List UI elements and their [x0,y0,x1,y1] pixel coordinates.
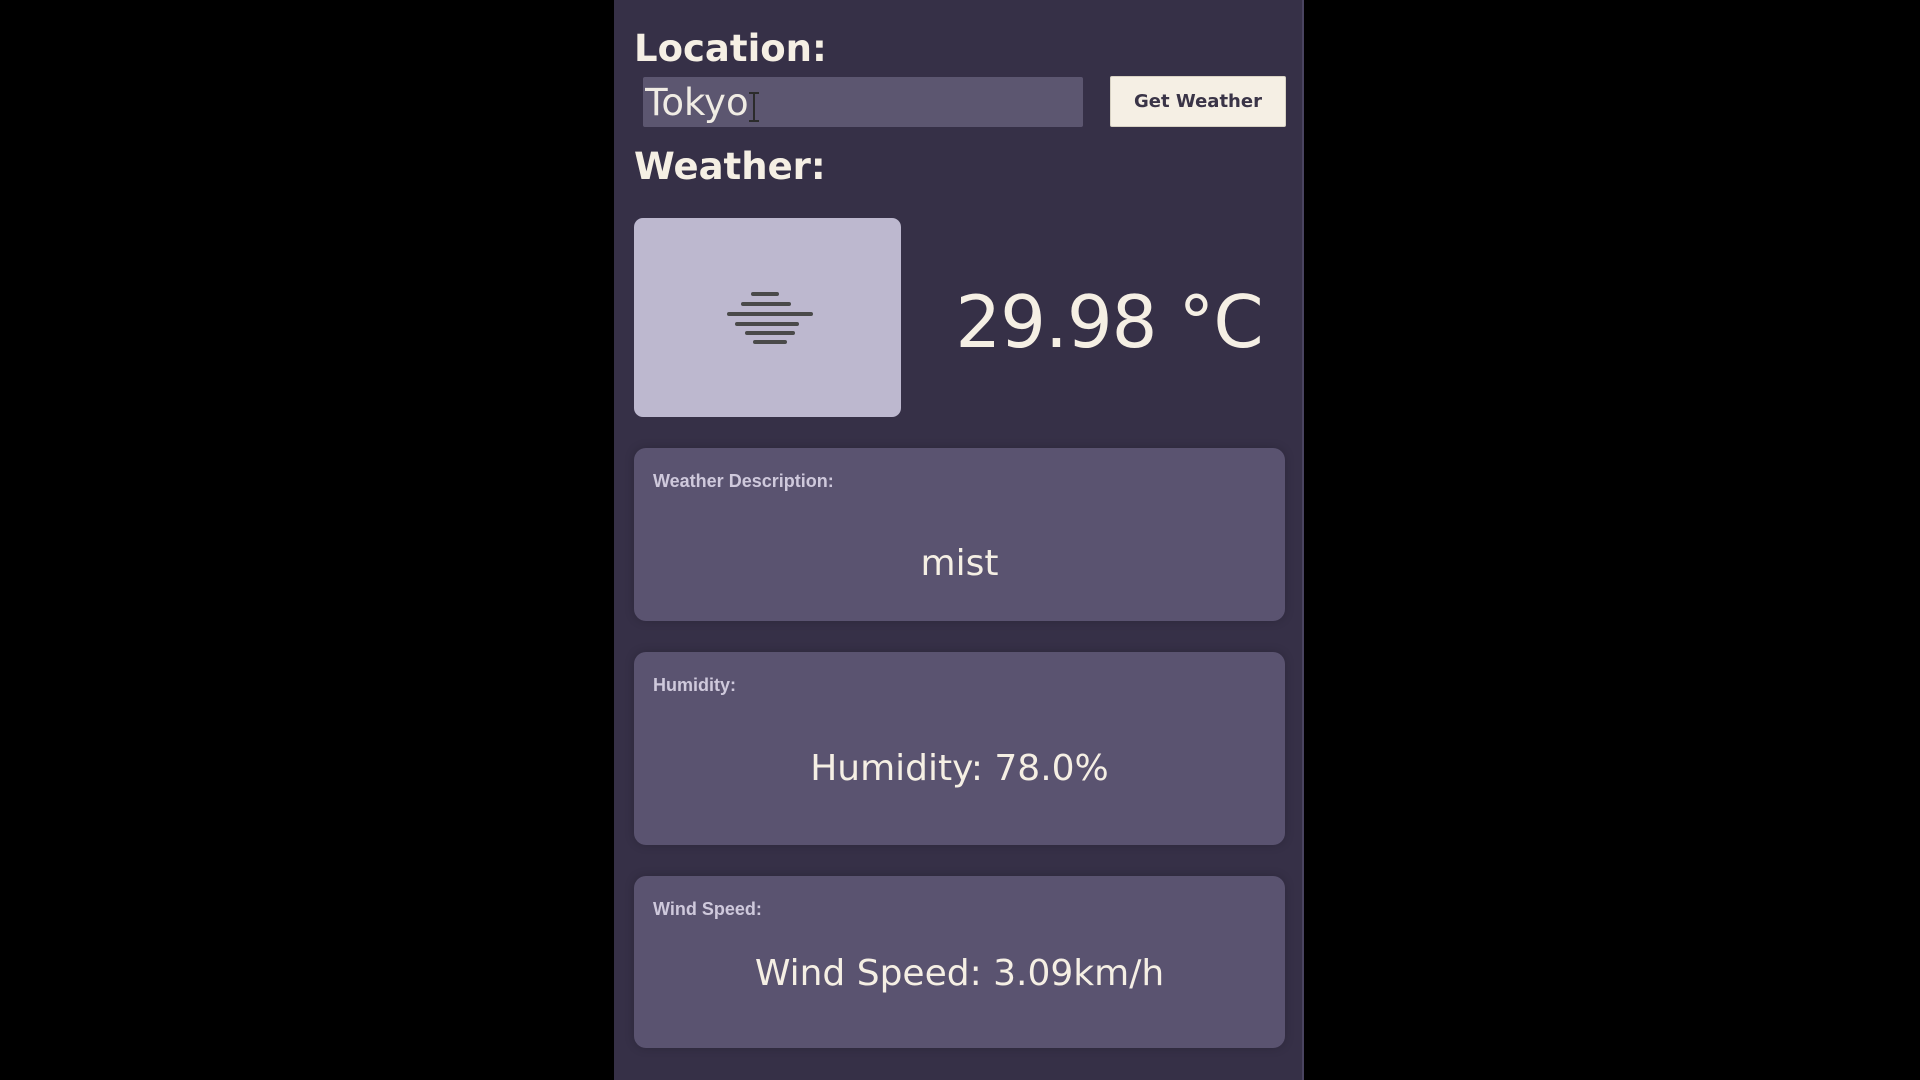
humidity-card: Humidity: Humidity: 78.0% [634,652,1285,845]
weather-heading: Weather: [634,145,826,188]
wind-speed-label: Wind Speed: [653,899,762,919]
get-weather-button[interactable]: Get Weather [1110,76,1286,127]
humidity-label: Humidity: [653,675,736,695]
temperature-value: 29.98 °C [955,280,1263,364]
weather-description-card: Weather Description: mist [634,448,1285,621]
mist-icon [727,292,813,344]
wind-speed-card: Wind Speed: Wind Speed: 3.09km/h [634,876,1285,1048]
humidity-value: Humidity: 78.0% [810,748,1109,789]
location-heading: Location: [634,27,827,70]
weather-description-value: mist [920,543,999,584]
wind-speed-value: Wind Speed: 3.09km/h [754,953,1165,994]
weather-description-label: Weather Description: [653,471,834,491]
weather-app: Location: Get Weather Weather: 29.98 °C … [614,0,1304,1080]
weather-icon-box [634,218,901,417]
location-input[interactable] [643,77,1083,127]
